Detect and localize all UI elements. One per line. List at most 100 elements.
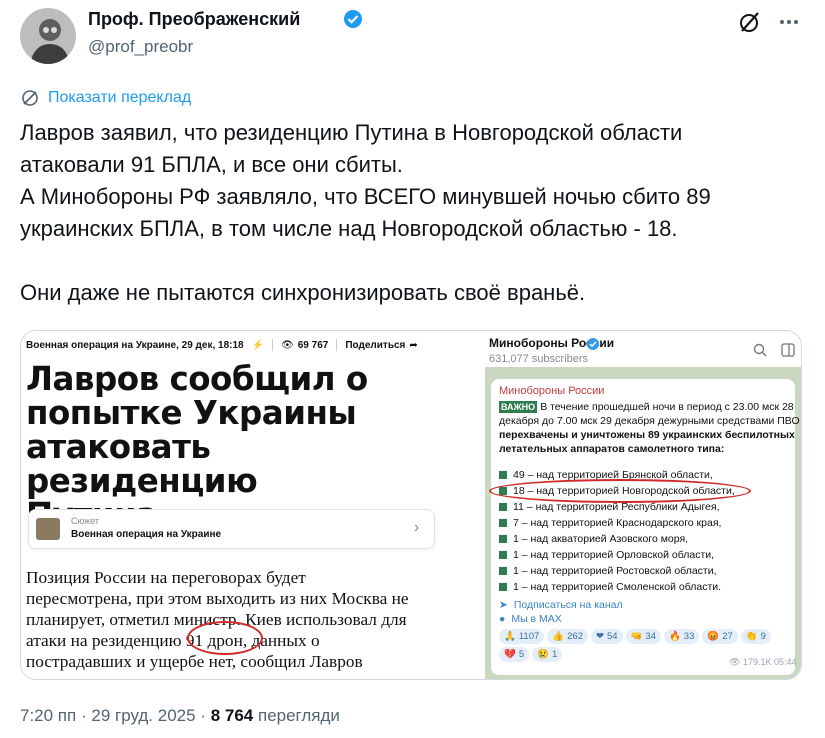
tg-subscribe-link: ➤ Подписаться на канал bbox=[499, 599, 623, 611]
headline-line: атаковать резиденцию bbox=[26, 428, 258, 500]
highlight-ellipse bbox=[489, 479, 751, 503]
tg-message: Минобороны России ВАЖНО В течение прошедш… bbox=[491, 379, 800, 675]
reaction-emoji: 💔 bbox=[504, 649, 516, 660]
tg-message-author: Минобороны России bbox=[499, 385, 605, 397]
search-icon bbox=[753, 343, 767, 362]
reaction-emoji: 😢 bbox=[537, 649, 549, 660]
tg-message-line: ВАЖНО В течение прошедшей ночи в период с… bbox=[499, 401, 794, 413]
plot-title: Военная операция на Украине bbox=[71, 529, 222, 540]
reaction-count: 1107 bbox=[518, 631, 540, 642]
reaction-emoji: 👏 bbox=[745, 631, 758, 642]
reaction-chip: 🙏 1107 bbox=[499, 629, 545, 644]
news-views: 69 767 bbox=[297, 339, 329, 351]
tweet-time[interactable]: 7:20 пп bbox=[20, 706, 76, 725]
article-line: Позиция России на переговорах будет bbox=[26, 568, 306, 587]
tg-item-text: 7 – над территорией Краснодарского края, bbox=[513, 517, 722, 529]
tg-item-text: 1 – над территорией Ростовской области, bbox=[513, 565, 717, 577]
eye-icon: 👁 bbox=[729, 657, 741, 667]
tg-subscribers: 631,077 subscribers bbox=[489, 353, 589, 365]
reaction-chip: ❤ 54 bbox=[590, 629, 623, 644]
headline-line: попытке Украины bbox=[26, 394, 357, 432]
tg-max-link: ● Мы в MAX bbox=[499, 613, 562, 625]
tweet-text: Лавров заявил, что резиденцию Путина в Н… bbox=[20, 117, 800, 309]
reaction-emoji: 🤜 bbox=[630, 631, 643, 642]
reaction-count: 9 bbox=[760, 631, 766, 642]
tg-message-meta: 👁 179.1K 05:44 bbox=[729, 657, 797, 668]
avatar[interactable] bbox=[20, 8, 76, 64]
reaction-chip: 👍 262 bbox=[547, 629, 588, 644]
tg-link-text: Подписаться на канал bbox=[513, 599, 623, 611]
more-options-icon[interactable] bbox=[776, 9, 802, 35]
share-arrow-icon: ➦ bbox=[409, 339, 418, 351]
sidebar-toggle-icon bbox=[781, 343, 795, 362]
reaction-count: 34 bbox=[645, 631, 656, 642]
tweet-line: Они даже не пытаются синхронизировать св… bbox=[20, 280, 586, 305]
tweet-meta: 7:20 пп · 29 груд. 2025 · 8 764 перегляд… bbox=[20, 706, 340, 725]
tg-line-text: В течение прошедшей ночи в период с 23.0… bbox=[540, 401, 794, 413]
news-topbar: Военная операция на Украине, 29 дек, 18:… bbox=[26, 336, 444, 354]
tg-message-line: перехвачены и уничтожены 89 украинских б… bbox=[499, 429, 795, 441]
tg-list-item: 1 – над акваторией Азовского моря, bbox=[499, 533, 688, 545]
tg-views: 179.1K bbox=[742, 657, 772, 667]
reaction-emoji: 👍 bbox=[552, 631, 565, 642]
reaction-emoji: 😡 bbox=[707, 631, 720, 642]
plot-thumbnail bbox=[36, 518, 60, 540]
news-share: Поделиться bbox=[345, 339, 406, 351]
reaction-chip: 🤜 34 bbox=[625, 629, 661, 644]
tweet-media[interactable]: Военная операция на Украине, 29 дек, 18:… bbox=[20, 330, 802, 680]
reaction-emoji: ❤ bbox=[595, 631, 604, 642]
reaction-chip: 😢 1 bbox=[532, 647, 563, 662]
important-badge: ВАЖНО bbox=[499, 401, 538, 413]
news-headline: Лавров сообщил о попытке Украины атакова… bbox=[26, 362, 446, 532]
article-line: пересмотрена, при этом выходить из них М… bbox=[26, 589, 409, 608]
tweet-line: А Минобороны РФ заявляло, что ВСЕГО мину… bbox=[20, 184, 711, 209]
tg-message-line: летательных аппаратов самолетного типа: bbox=[499, 443, 725, 455]
author-name[interactable]: Проф. Преображенский bbox=[88, 9, 300, 30]
telegram-screenshot: Минобороны России 631,077 subscribers Ми… bbox=[469, 331, 801, 679]
plot-card: Сюжет Военная операция на Украине › bbox=[28, 509, 435, 549]
tg-item-text: 1 – над территорией Орловской области, bbox=[513, 549, 715, 561]
tg-list-item: 1 – над территорией Смоленской области. bbox=[499, 581, 721, 593]
eye-icon: 👁 bbox=[281, 339, 294, 351]
tg-link-text: Мы в MAX bbox=[511, 613, 562, 625]
translate-label[interactable]: Показати переклад bbox=[48, 89, 191, 107]
reaction-emoji: 🙏 bbox=[504, 631, 516, 642]
news-article: Позиция России на переговорах будет пере… bbox=[26, 567, 446, 672]
reaction-count: 262 bbox=[567, 631, 583, 642]
reaction-chip: 👏 9 bbox=[740, 629, 771, 644]
reaction-count: 54 bbox=[606, 631, 618, 642]
tg-verified-icon bbox=[587, 337, 599, 350]
tweet-line: украинских БПЛА, в том числе над Новгоро… bbox=[20, 216, 678, 241]
highlight-ellipse bbox=[187, 621, 263, 655]
plot-subtitle: Сюжет bbox=[71, 516, 99, 526]
chat-bubble-icon: ● bbox=[499, 613, 506, 625]
headline-line: Лавров сообщил о bbox=[26, 360, 368, 398]
tg-list-item: 1 – над территорией Орловской области, bbox=[499, 549, 714, 561]
author-handle[interactable]: @prof_preobr bbox=[88, 37, 193, 57]
news-section: Военная операция на Украине, 29 дек, 18:… bbox=[26, 339, 244, 351]
view-count: 8 764 bbox=[210, 706, 254, 725]
reaction-count: 1 bbox=[551, 649, 558, 660]
tg-list-item: 7 – над территорией Краснодарского края, bbox=[499, 517, 721, 529]
view-label: перегляди bbox=[257, 706, 340, 725]
verified-badge-icon bbox=[343, 9, 363, 29]
tweet-line: атаковали 91 БПЛА, и все они сбиты. bbox=[20, 152, 403, 177]
reaction-emoji: 🔥 bbox=[668, 631, 681, 642]
tweet-line: Лавров заявил, что резиденцию Путина в Н… bbox=[20, 120, 683, 145]
lightning-icon: ⚡ bbox=[251, 339, 265, 351]
news-screenshot: Военная операция на Украине, 29 дек, 18:… bbox=[21, 331, 469, 679]
tweet-date[interactable]: 29 груд. 2025 bbox=[91, 706, 195, 725]
tg-list-item: 1 – над территорией Ростовской области, bbox=[499, 565, 717, 577]
grok-icon[interactable] bbox=[737, 9, 763, 35]
translate-button[interactable]: Показати переклад bbox=[20, 87, 191, 109]
tg-time: 05:44 bbox=[774, 657, 797, 667]
reaction-chip: 💔 5 bbox=[499, 647, 530, 662]
reaction-chip: 😡 27 bbox=[702, 629, 738, 644]
tg-message-line: декабря до 7.00 мск 29 декабря дежурными… bbox=[499, 415, 800, 427]
translate-icon bbox=[22, 90, 38, 106]
reaction-chip: 🔥 33 bbox=[663, 629, 700, 644]
reaction-count: 27 bbox=[722, 631, 733, 642]
tg-item-text: 1 – над территорией Смоленской области. bbox=[513, 581, 722, 593]
reaction-count: 5 bbox=[518, 649, 525, 660]
tg-item-text: 1 – над акваторией Азовского моря, bbox=[513, 533, 689, 545]
